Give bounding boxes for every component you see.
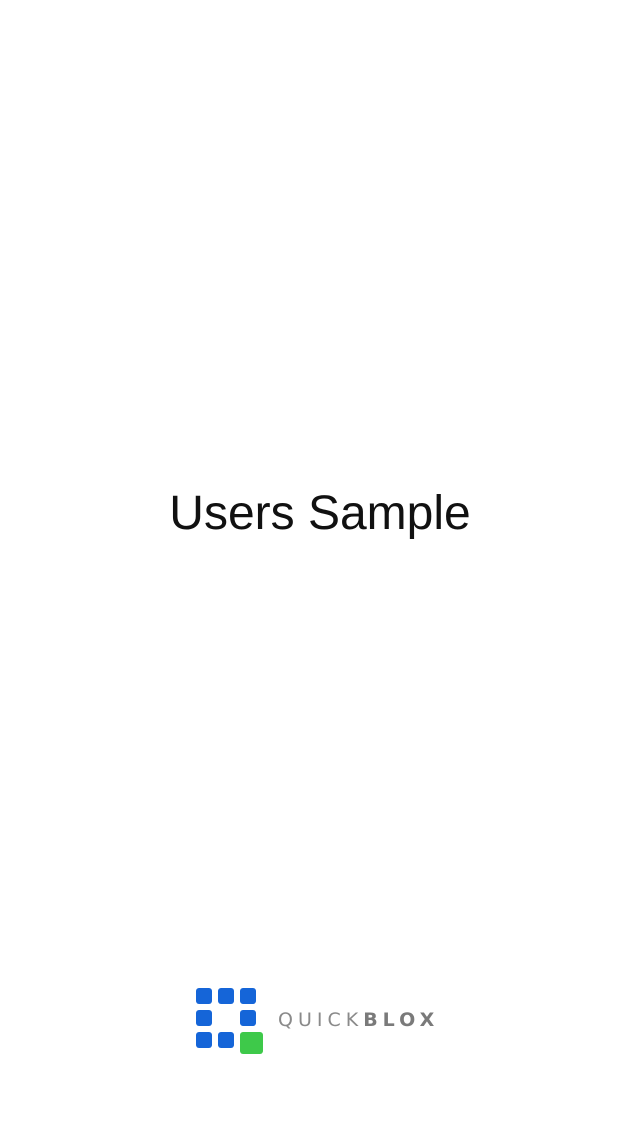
quickblox-logo-icon <box>196 988 263 1054</box>
quickblox-logo: QUICKBLOX <box>196 988 456 1056</box>
wordmark-quick: QUICK <box>278 1009 364 1031</box>
quickblox-wordmark: QUICKBLOX <box>278 1004 439 1036</box>
app-title: Users Sample <box>169 487 471 540</box>
wordmark-blox: BLOX <box>363 1009 440 1031</box>
